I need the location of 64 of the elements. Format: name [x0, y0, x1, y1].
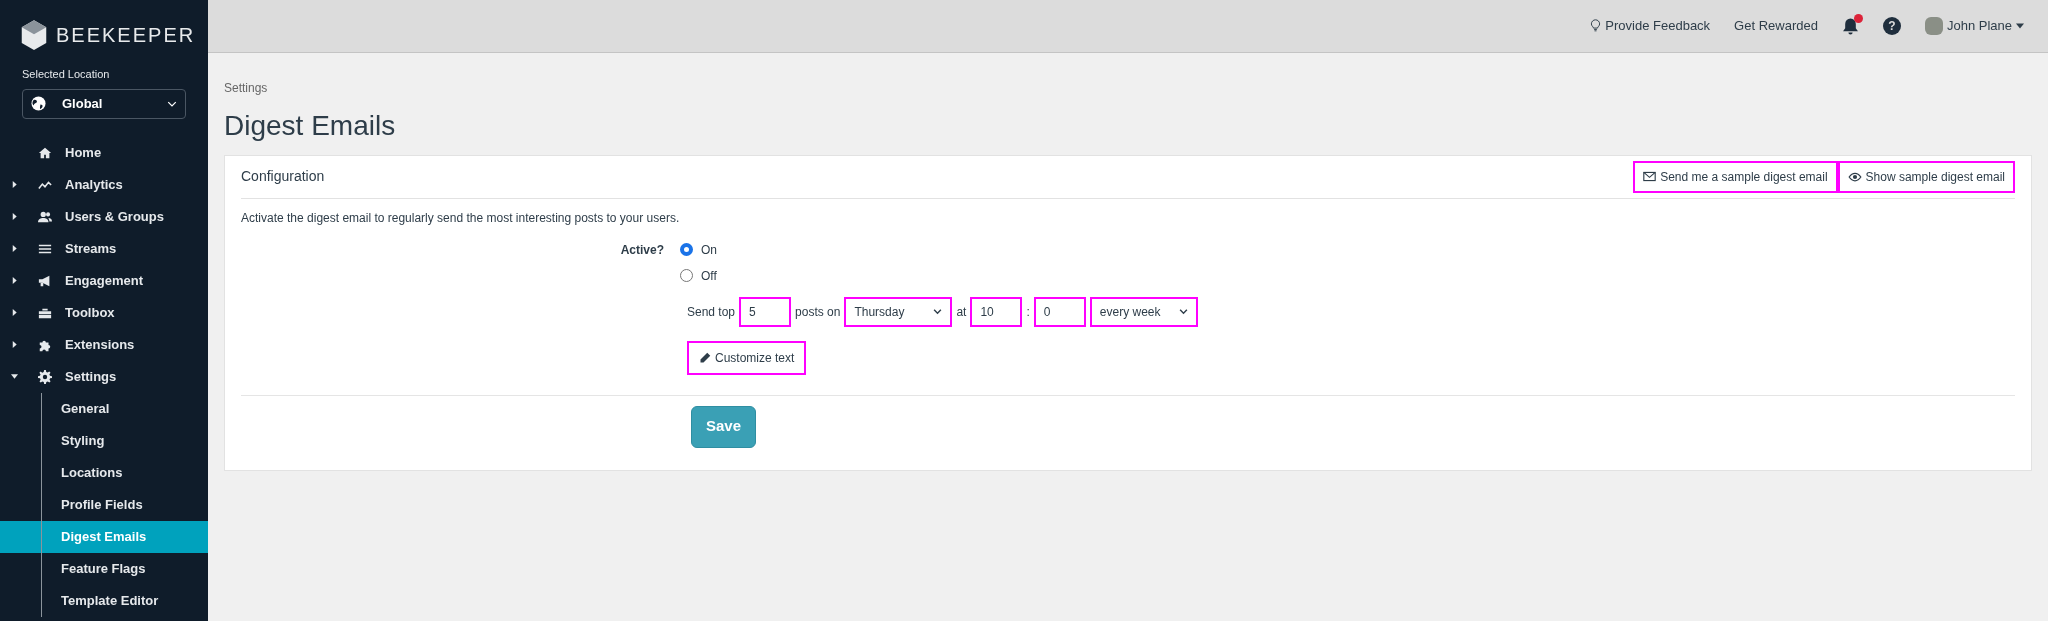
eye-icon [1847, 171, 1862, 182]
sidebar-subitem[interactable]: Profile Fields [0, 488, 208, 521]
number-input-field[interactable]: 10 [970, 296, 1023, 327]
number-input-field[interactable]: 5 [739, 296, 792, 327]
avatar-placeholder [1924, 17, 1943, 35]
sidebar-subitem[interactable]: Feature Flags [0, 552, 208, 585]
breadcrumb-text: Settings [224, 80, 269, 97]
bell-icon [1841, 17, 1859, 35]
globe-icon [31, 96, 46, 111]
radio-button[interactable] [680, 269, 693, 283]
number-input-field[interactable]: 0 [1033, 296, 1086, 327]
dropdown-select[interactable]: Thursday [844, 296, 953, 327]
lightbulb-icon [1590, 19, 1602, 33]
caret-right-icon [10, 309, 18, 316]
caret-right-icon [10, 277, 18, 284]
megaphone-icon [37, 273, 52, 288]
sidebar-item[interactable]: Users & Groups [0, 200, 208, 233]
sidebar-subitem[interactable]: Locations [0, 456, 208, 489]
show-sample-button[interactable]: Show sample digest email [1837, 160, 2015, 193]
home-icon [37, 145, 52, 160]
brand-name: BEEKEEPER [56, 23, 196, 48]
sidebar-item[interactable]: Home [0, 136, 208, 169]
caret-down-icon [2016, 23, 2024, 29]
send-sample-button[interactable]: Send me a sample digest email [1633, 160, 1838, 193]
sidebar-item[interactable]: Settings [0, 360, 208, 393]
envelope-icon [1643, 171, 1657, 183]
caret-right-icon [10, 341, 18, 348]
users-icon [37, 209, 52, 224]
card-title: Configuration [241, 167, 325, 187]
caret-right-icon [10, 213, 18, 220]
active-label: Active? [619, 241, 665, 259]
rewards-link[interactable]: Get Rewarded [1734, 16, 1818, 36]
sidebar-item[interactable]: Extensions [0, 328, 208, 361]
caret-down-icon [10, 373, 18, 380]
form-text: at [956, 303, 967, 321]
radio-button[interactable] [680, 243, 693, 257]
sidebar-subitem[interactable]: Styling [0, 424, 208, 457]
form-text: Send top [687, 303, 736, 321]
sidebar-item[interactable]: Analytics [0, 168, 208, 201]
settings-icon [37, 369, 52, 384]
description-text: Activate the digest email to regularly send the most interesting posts to your users. [241, 209, 681, 227]
location-label: Selected Location [21, 67, 111, 82]
form-text: : [1026, 303, 1030, 321]
radio-label: On [701, 241, 717, 259]
page-title: Digest Emails [224, 109, 397, 143]
sidebar-item[interactable]: Streams [0, 232, 208, 265]
radio-label: Off [701, 267, 717, 285]
sidebar-subitem[interactable]: General [0, 392, 208, 425]
hexagon-logo-icon [20, 20, 48, 50]
sidebar-subitem[interactable]: Template Editor [0, 584, 208, 617]
feedback-link[interactable]: Provide Feedback [1590, 16, 1711, 36]
user-menu[interactable]: John Plane [1924, 16, 2024, 36]
sidebar-item[interactable]: Toolbox [0, 296, 208, 329]
help-button[interactable]: ? [1882, 17, 1901, 35]
form-text: posts on [795, 303, 841, 321]
sidebar-item[interactable]: Engagement [0, 264, 208, 297]
dropdown-select[interactable]: every week [1089, 296, 1198, 327]
caret-right-icon [10, 181, 18, 188]
chevron-down-icon [933, 307, 943, 317]
location-dropdown[interactable]: Global [22, 88, 186, 119]
pencil-icon [699, 351, 711, 364]
chevron-down-icon [1178, 307, 1188, 317]
customize-text-button[interactable]: Customize text [687, 340, 807, 375]
caret-right-icon [10, 245, 18, 252]
